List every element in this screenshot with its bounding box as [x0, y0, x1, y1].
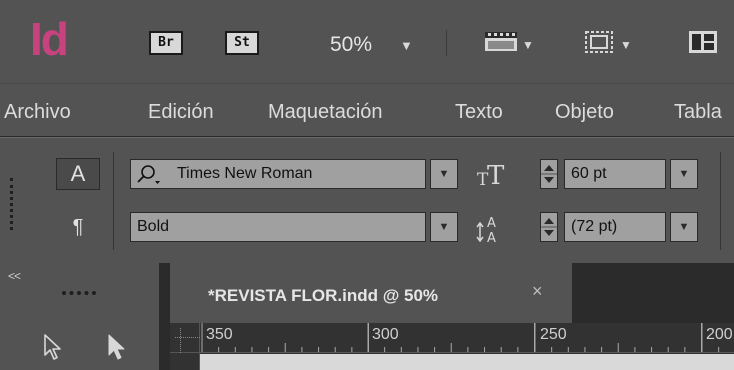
ruler-label: 250: [540, 326, 567, 343]
document-frame: [160, 323, 170, 370]
menu-maquetacion[interactable]: Maquetación: [268, 101, 383, 124]
horizontal-ruler[interactable]: 350 300 250 200: [200, 323, 734, 353]
panel-divider: [720, 152, 721, 250]
leading-icon: A A: [476, 216, 496, 244]
tools-panel: <<: [0, 263, 160, 370]
collapse-panel-button[interactable]: <<: [8, 269, 21, 283]
tools-grip[interactable]: [62, 291, 96, 295]
menu-archivo[interactable]: Archivo: [4, 101, 71, 124]
ruler-origin[interactable]: [170, 323, 200, 353]
arrange-documents-icon[interactable]: [688, 30, 718, 54]
svg-text:T: T: [487, 161, 505, 188]
ruler-label: 200: [706, 326, 733, 343]
bridge-button[interactable]: Br: [149, 31, 183, 55]
screen-mode-dropdown-icon[interactable]: ▼: [620, 38, 632, 52]
menu-edicion[interactable]: Edición: [148, 101, 214, 124]
character-formatting-button[interactable]: A: [56, 158, 100, 190]
ruler-label: 300: [372, 326, 399, 343]
panel-divider: [113, 152, 114, 250]
leading-dropdown-icon[interactable]: ▼: [670, 212, 698, 242]
font-search-icon[interactable]: [134, 163, 174, 187]
leading-field[interactable]: (72 pt): [564, 212, 666, 242]
font-style-dropdown-icon[interactable]: ▼: [430, 212, 458, 242]
pasteboard[interactable]: [200, 354, 734, 370]
ruler-label: 350: [206, 326, 233, 343]
stock-button[interactable]: St: [225, 31, 259, 55]
font-family-field[interactable]: Times New Roman: [130, 159, 426, 189]
panel-grip[interactable]: [10, 178, 13, 230]
view-options-icon[interactable]: [484, 30, 518, 52]
font-size-dropdown-icon[interactable]: ▼: [670, 159, 698, 189]
paragraph-formatting-button[interactable]: ¶: [56, 212, 100, 244]
close-icon[interactable]: ×: [532, 281, 543, 302]
zoom-dropdown-icon[interactable]: ▼: [400, 38, 413, 53]
application-bar: Id Br St 50% ▼ ▼ ▼: [0, 0, 734, 83]
document-tab-bar: *REVISTA FLOR.indd @ 50% ×: [160, 263, 734, 323]
document-tab[interactable]: *REVISTA FLOR.indd @ 50% ×: [170, 263, 572, 323]
ruler-ticks: [201, 323, 720, 352]
direct-selection-tool-icon[interactable]: [106, 333, 128, 361]
leading-stepper[interactable]: [540, 212, 558, 242]
font-size-stepper[interactable]: [540, 159, 558, 189]
svg-text:A: A: [487, 216, 496, 231]
view-options-dropdown-icon[interactable]: ▼: [522, 38, 534, 52]
font-style-field[interactable]: Bold: [130, 212, 426, 242]
menu-texto[interactable]: Texto: [455, 101, 503, 124]
menu-objeto[interactable]: Objeto: [555, 101, 614, 124]
screen-mode-icon[interactable]: [584, 30, 614, 54]
font-size-icon: T T: [477, 161, 505, 188]
font-size-field[interactable]: 60 pt: [564, 159, 666, 189]
svg-text:A: A: [487, 231, 496, 244]
menu-bar: Archivo Edición Maquetación Texto Objeto…: [0, 83, 734, 137]
indesign-logo: Id: [30, 13, 69, 65]
character-control-panel: A ¶ Times New Roman ▼ Bold ▼ T T 60 pt ▼…: [0, 137, 734, 263]
font-family-dropdown-icon[interactable]: ▼: [430, 159, 458, 189]
zoom-level[interactable]: 50%: [330, 33, 372, 57]
menu-tabla[interactable]: Tabla: [674, 101, 722, 124]
selection-tool-icon[interactable]: [42, 333, 64, 361]
toolbar-divider: [446, 30, 447, 56]
vertical-ruler[interactable]: [170, 353, 200, 370]
document-tab-title: *REVISTA FLOR.indd @ 50%: [208, 286, 439, 305]
